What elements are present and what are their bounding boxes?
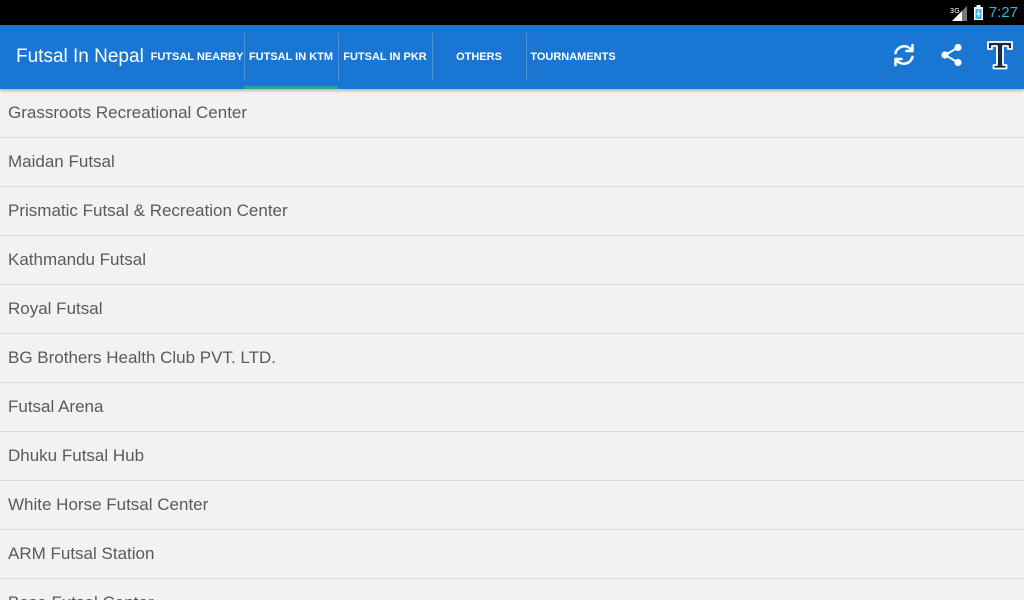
list-item[interactable]: ARM Futsal Station [0,530,1024,579]
signal-icon: 3G [950,4,968,22]
tab-bar: FUTSAL NEARBY FUTSAL IN KTM FUTSAL IN PK… [150,25,620,89]
list-item[interactable]: Base Futsal Center [0,579,1024,600]
list-item[interactable]: Prismatic Futsal & Recreation Center [0,187,1024,236]
share-button[interactable] [928,25,976,89]
font-size-button[interactable] [976,25,1024,89]
tab-label: TOURNAMENTS [530,51,616,63]
list-item[interactable]: BG Brothers Health Club PVT. LTD. [0,334,1024,383]
tab-futsal-in-ktm[interactable]: FUTSAL IN KTM [244,25,338,89]
action-buttons [880,25,1024,89]
tab-tournaments[interactable]: TOURNAMENTS [526,25,620,89]
action-bar: Futsal In Nepal FUTSAL NEARBY FUTSAL IN … [0,25,1024,89]
list-item[interactable]: Futsal Arena [0,383,1024,432]
tab-others[interactable]: OTHERS [432,25,526,89]
refresh-button[interactable] [880,25,928,89]
list-item[interactable]: Dhuku Futsal Hub [0,432,1024,481]
font-icon [986,40,1014,74]
status-icons: 3G 7:27 [950,0,1018,25]
app-title: Futsal In Nepal [16,46,144,67]
list-item[interactable]: Royal Futsal [0,285,1024,334]
tab-label: OTHERS [456,51,502,63]
list-item[interactable]: Maidan Futsal [0,138,1024,187]
tab-label: FUTSAL IN KTM [248,51,334,63]
clock: 7:27 [988,4,1018,21]
tab-label: FUTSAL NEARBY [150,51,244,63]
tab-futsal-in-pkr[interactable]: FUTSAL IN PKR [338,25,432,89]
status-bar: 3G 7:27 [0,0,1024,25]
refresh-icon [891,42,917,72]
list-item[interactable]: Grassroots Recreational Center [0,89,1024,138]
futsal-list: Grassroots Recreational Center Maidan Fu… [0,89,1024,600]
battery-icon [973,5,983,20]
list-item[interactable]: White Horse Futsal Center [0,481,1024,530]
tab-label: FUTSAL IN PKR [343,51,427,63]
share-icon [939,42,965,72]
list-item[interactable]: Kathmandu Futsal [0,236,1024,285]
tab-futsal-nearby[interactable]: FUTSAL NEARBY [150,25,244,89]
